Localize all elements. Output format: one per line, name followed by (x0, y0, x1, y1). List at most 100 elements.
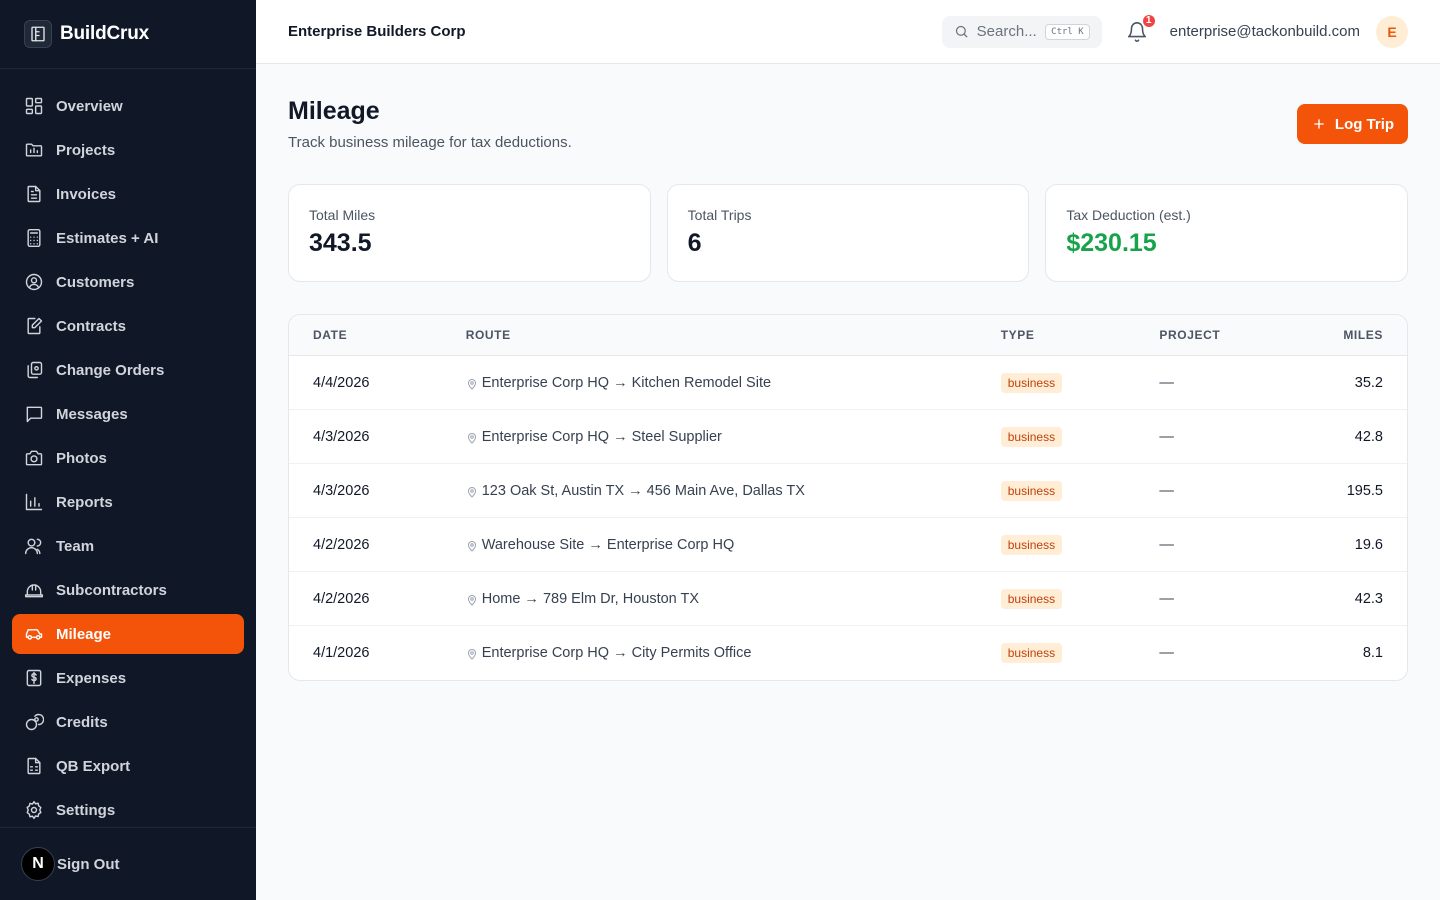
copy-icon (24, 360, 44, 380)
sidebar-item-label: Change Orders (56, 361, 165, 379)
table-row[interactable]: 4/4/2026 Enterprise Corp HQ → Kitchen Re… (289, 356, 1407, 410)
log-trip-button[interactable]: Log Trip (1297, 104, 1408, 144)
trip-route-cell: Enterprise Corp HQ → Steel Supplier (466, 429, 1001, 445)
sidebar-item-reports[interactable]: Reports (12, 482, 244, 522)
sidebar-item-label: Reports (56, 493, 113, 511)
trip-route-cell: 123 Oak St, Austin TX → 456 Main Ave, Da… (466, 483, 1001, 499)
trip-project: — (1159, 590, 1174, 607)
sidebar-item-photos[interactable]: Photos (12, 438, 244, 478)
trip-type-badge: business (1000, 643, 1063, 663)
sidebar-footer: N Sign Out (0, 827, 256, 900)
sidebar-item-projects[interactable]: Projects (12, 130, 244, 170)
user-email: enterprise@tackonbuild.com (1169, 23, 1360, 40)
search-icon (955, 25, 968, 38)
table-row[interactable]: 4/2/2026 Warehouse Site → Enterprise Cor… (289, 518, 1407, 572)
stat-card-tax-deduction: Tax Deduction (est.) $230.15 (1045, 184, 1409, 282)
header-actions: Search... Ctrl K 1 enterprise@tackonbuil… (941, 12, 1408, 48)
sidebar-item-messages[interactable]: Messages (12, 394, 244, 434)
stat-card-total-trips: Total Trips 6 (666, 184, 1030, 282)
sidebar-item-credits[interactable]: Credits (12, 702, 244, 742)
car-icon (24, 624, 44, 644)
gear-icon (24, 800, 44, 820)
trip-date: 4/1/2026 (313, 645, 370, 661)
sidebar-item-label: Subcontractors (56, 581, 167, 599)
column-header-miles[interactable]: MILES (1309, 328, 1407, 342)
stat-value: 343.5 (309, 229, 372, 257)
map-pin-icon (466, 539, 478, 552)
map-pin-icon (466, 593, 478, 606)
user-circle-icon (24, 272, 44, 292)
trip-route-cell: Enterprise Corp HQ → Kitchen Remodel Sit… (466, 375, 1001, 391)
trip-route-cell: Warehouse Site → Enterprise Corp HQ (466, 537, 1001, 553)
table-row[interactable]: 4/1/2026 Enterprise Corp HQ → City Permi… (289, 626, 1407, 680)
sidebar-item-contracts[interactable]: Contracts (12, 306, 244, 346)
sidebar-item-subcontractors[interactable]: Subcontractors (12, 570, 244, 610)
trip-route-cell: Home → 789 Elm Dr, Houston TX (466, 591, 1001, 607)
trip-route: Warehouse Site → Enterprise Corp HQ (481, 536, 735, 553)
stats-row: Total Miles 343.5 Total Trips 6 Tax Dedu… (288, 184, 1409, 282)
coins-icon (24, 712, 44, 732)
sidebar-item-label: Contracts (56, 317, 127, 335)
notifications-button[interactable]: 1 (1126, 12, 1157, 43)
trip-type-cell: business (1000, 426, 1160, 447)
sidebar-item-label: Estimates + AI (56, 229, 159, 247)
column-header-date[interactable]: DATE (289, 328, 466, 342)
trip-type-badge: business (1000, 480, 1063, 501)
trip-type-badge: business (1000, 372, 1063, 393)
table-row[interactable]: 4/3/2026 123 Oak St, Austin TX → 456 Mai… (289, 464, 1407, 518)
search-shortcut: Ctrl K (1045, 23, 1090, 40)
sidebar-item-expenses[interactable]: Expenses (12, 658, 244, 698)
sidebar-item-team[interactable]: Team (12, 526, 244, 566)
sidebar-item-settings[interactable]: Settings (12, 790, 244, 830)
stat-label: Tax Deduction (est.) (1066, 207, 1191, 223)
map-pin-icon (466, 431, 478, 444)
trip-miles: 8.1 (1362, 645, 1383, 661)
trip-type-cell: business (1000, 480, 1160, 501)
table-header: DATE ROUTE TYPE PROJECT MILES (289, 315, 1407, 356)
trip-miles: 19.6 (1354, 536, 1383, 553)
sidebar: BuildCrux Overview Projects Invoices Est… (0, 0, 256, 900)
sidebar-item-change-orders[interactable]: Change Orders (12, 350, 244, 390)
trip-project: — (1159, 536, 1174, 553)
trip-type-cell: business (1000, 534, 1160, 555)
users-icon (24, 536, 44, 556)
column-header-route[interactable]: ROUTE (466, 328, 1001, 342)
table-row[interactable]: 4/2/2026 Home → 789 Elm Dr, Houston TX b… (289, 572, 1407, 626)
sidebar-item-mileage[interactable]: Mileage (12, 614, 244, 654)
stat-value: $230.15 (1066, 229, 1157, 257)
map-pin-icon (466, 377, 478, 390)
trips-table: DATE ROUTE TYPE PROJECT MILES 4/4/2026 E… (288, 314, 1408, 681)
trip-route: Home → 789 Elm Dr, Houston TX (481, 590, 700, 607)
top-header: Enterprise Builders Corp Search... Ctrl … (256, 0, 1440, 64)
column-header-type[interactable]: TYPE (1001, 328, 1160, 342)
table-row[interactable]: 4/3/2026 Enterprise Corp HQ → Steel Supp… (289, 410, 1407, 464)
message-icon (24, 404, 44, 424)
stat-label: Total Trips (687, 207, 752, 223)
sidebar-item-overview[interactable]: Overview (12, 86, 244, 126)
sign-out-button[interactable]: Sign Out (57, 856, 120, 873)
brand[interactable]: BuildCrux (0, 0, 256, 69)
trip-type-badge: business (1000, 534, 1063, 555)
sidebar-item-invoices[interactable]: Invoices (12, 174, 244, 214)
sidebar-item-label: Customers (56, 273, 135, 291)
trip-type-badge: business (1000, 426, 1063, 447)
stat-label: Total Miles (309, 207, 376, 223)
sidebar-item-label: Credits (56, 713, 108, 731)
column-header-project[interactable]: PROJECT (1159, 328, 1309, 342)
trip-route: Enterprise Corp HQ → Kitchen Remodel Sit… (481, 374, 772, 391)
trip-type-cell: business (1000, 372, 1160, 393)
map-pin-icon (466, 485, 478, 498)
search-input[interactable]: Search... Ctrl K (941, 15, 1102, 48)
plus-icon (1314, 119, 1324, 129)
page-title: Mileage (288, 97, 380, 125)
trip-route-cell: Enterprise Corp HQ → City Permits Office (466, 645, 1001, 661)
sidebar-item-customers[interactable]: Customers (12, 262, 244, 302)
trip-route: Enterprise Corp HQ → Steel Supplier (481, 428, 722, 445)
framework-badge: N (21, 847, 55, 881)
sidebar-item-estimates[interactable]: Estimates + AI (12, 218, 244, 258)
file-spreadsheet-icon (24, 756, 44, 776)
avatar[interactable]: E (1376, 15, 1408, 48)
map-pin-icon (466, 647, 478, 660)
sidebar-item-qb-export[interactable]: QB Export (12, 746, 244, 786)
sidebar-item-label: QB Export (56, 757, 131, 775)
